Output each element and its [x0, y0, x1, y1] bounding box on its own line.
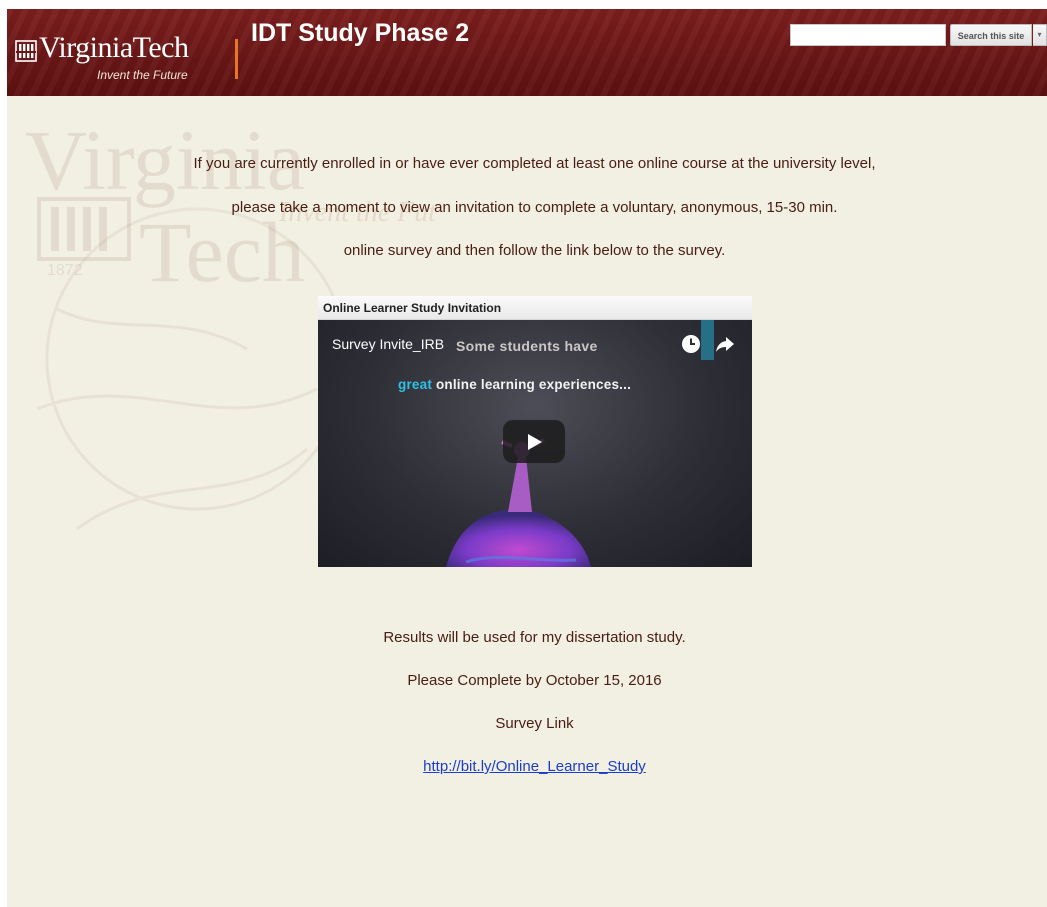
search-input[interactable] — [790, 24, 946, 46]
video-caption-line1: Some students have — [456, 338, 598, 354]
video-panel-title: Online Learner Study Invitation — [323, 301, 502, 315]
chevron-down-icon[interactable]: ▾ — [1033, 24, 1047, 46]
intro-line-2: please take a moment to view an invitati… — [231, 199, 838, 216]
survey-link[interactable]: http://bit.ly/Online_Learner_Study — [423, 758, 646, 775]
survey-link-label: Survey Link — [495, 715, 574, 732]
video-title[interactable]: Survey Invite_IRB — [332, 336, 444, 352]
deadline-text: Please Complete by October 15, 2016 — [407, 672, 662, 689]
page: VirginiaTech Invent the Future IDT Study… — [7, 9, 1047, 907]
video-caption-accent: great — [398, 377, 433, 392]
virginia-tech-logo[interactable]: VirginiaTech Invent the Future — [15, 31, 211, 85]
logo-tagline: Invent the Future — [97, 68, 188, 82]
play-button[interactable] — [503, 420, 565, 463]
main-content: If you are currently enrolled in or have… — [7, 96, 1047, 907]
video-accent-bar — [701, 320, 714, 360]
video-caption-rest: online learning experiences... — [435, 377, 632, 392]
intro-line-1: If you are currently enrolled in or have… — [193, 155, 876, 172]
intro-line-3: online survey and then follow the link b… — [343, 242, 726, 259]
video-caption-line2: great online learning experiences... — [398, 377, 631, 392]
search-button[interactable]: Search this site — [950, 24, 1032, 46]
video-panel-header: Online Learner Study Invitation — [318, 296, 752, 320]
video-embed: Online Learner Study Invitation Survey I… — [318, 296, 752, 567]
header-divider — [235, 39, 238, 79]
clock-icon[interactable] — [681, 334, 701, 354]
video-player[interactable]: Survey Invite_IRB Some students have gre… — [318, 320, 752, 567]
share-icon[interactable] — [715, 334, 735, 354]
play-icon — [528, 434, 542, 450]
site-header: VirginiaTech Invent the Future IDT Study… — [7, 9, 1047, 96]
site-title[interactable]: IDT Study Phase 2 — [251, 19, 469, 48]
survey-link-row: http://bit.ly/Online_Learner_Study — [7, 758, 1047, 775]
logo-wordmark: VirginiaTech — [39, 31, 189, 64]
vt-seal-icon — [15, 40, 37, 62]
results-text: Results will be used for my dissertation… — [383, 629, 686, 646]
